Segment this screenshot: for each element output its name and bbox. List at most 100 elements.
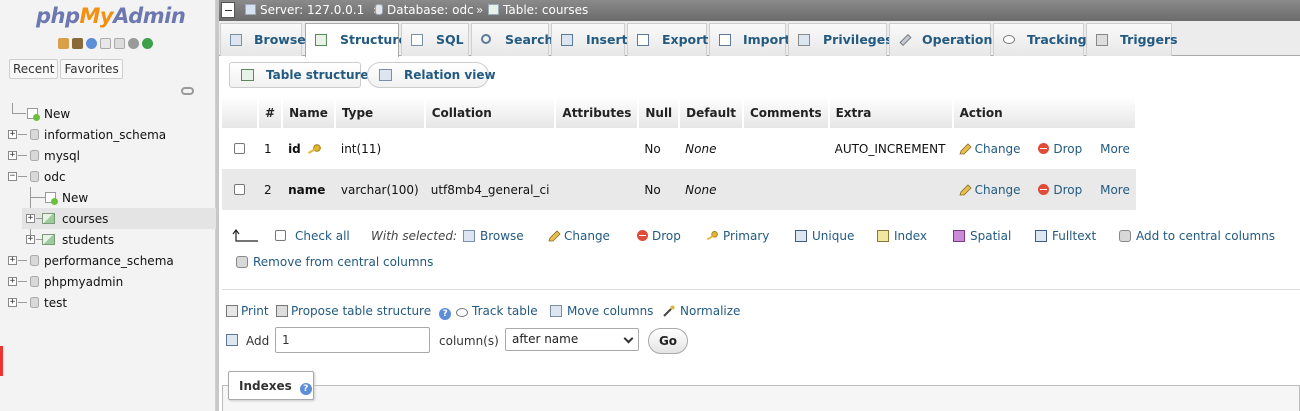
column-header-type: Type (334, 97, 426, 128)
expand-icon[interactable]: + (8, 277, 17, 286)
tree-item-test[interactable]: + test (0, 292, 216, 313)
collapse-icon[interactable]: − (8, 172, 17, 181)
export-icon (637, 34, 649, 46)
database-icon (30, 150, 39, 161)
scroll-indicator (0, 346, 3, 376)
propose-structure-link[interactable]: Propose table structure? (276, 304, 452, 320)
row-checkbox[interactable] (234, 142, 245, 154)
favorites-tab[interactable]: Favorites (60, 59, 123, 79)
documentation-icon[interactable] (100, 38, 111, 49)
recent-tab[interactable]: Recent (9, 59, 59, 79)
bulk-fulltext-button[interactable]: Fulltext (1035, 229, 1096, 243)
column-header-collation: Collation (424, 97, 557, 128)
bulk-unique-button[interactable]: Unique (795, 229, 854, 243)
wrench-icon (899, 33, 912, 47)
expand-icon[interactable]: + (26, 235, 35, 244)
column-header-select (222, 97, 259, 128)
row-attributes (555, 169, 639, 210)
normalize-link[interactable]: Normalize (663, 304, 740, 318)
expand-icon[interactable]: + (8, 130, 17, 139)
bulk-browse-button[interactable]: Browse (463, 229, 524, 243)
print-link[interactable]: Print (226, 304, 269, 318)
row-type: int(11) (334, 128, 425, 169)
tab-insert[interactable]: Insert (551, 23, 628, 56)
eye-icon (1003, 35, 1015, 44)
tab-privileges[interactable]: Privileges (788, 23, 893, 56)
tab-tracking[interactable]: Tracking (993, 23, 1087, 56)
docs-icon[interactable] (114, 38, 125, 49)
add-label: Add (246, 334, 270, 348)
breadcrumb-database[interactable]: Database: odc (375, 3, 474, 17)
home-icon[interactable] (58, 38, 69, 49)
go-button[interactable]: Go (648, 328, 688, 354)
tab-structure[interactable]: Structure (305, 23, 407, 57)
row-name[interactable]: name (282, 169, 335, 210)
drop-action[interactable]: Drop (1038, 142, 1082, 156)
browse-icon (230, 34, 242, 46)
tree-item-information-schema[interactable]: + information_schema (0, 124, 216, 145)
row-collation: utf8mb4_general_ci (424, 169, 556, 210)
expand-icon[interactable]: + (26, 214, 35, 223)
link-with-main-panel-icon[interactable] (181, 87, 194, 95)
collapse-nav-button[interactable] (221, 2, 235, 18)
tree-item-odc[interactable]: − odc (0, 166, 216, 187)
phpmyadmin-logo[interactable]: phpMyAdmin (36, 4, 186, 28)
track-table-link[interactable]: Track table (456, 304, 538, 318)
divider (222, 289, 1300, 290)
bulk-primary-button[interactable]: Primary (706, 229, 769, 243)
tree-item-phpmyadmin[interactable]: + phpmyadmin (0, 271, 216, 292)
tree-item-performance-schema[interactable]: + performance_schema (0, 250, 216, 271)
triggers-icon (1096, 34, 1108, 46)
reload-icon[interactable] (142, 38, 153, 49)
bulk-spatial-button[interactable]: Spatial (953, 229, 1011, 243)
expand-icon[interactable]: + (8, 298, 17, 307)
column-position-select[interactable]: after name (505, 328, 639, 351)
nav-resize-handle[interactable] (216, 0, 219, 411)
more-dropdown[interactable]: More (1100, 183, 1130, 197)
browse-icon (463, 230, 475, 242)
tab-search[interactable]: Search (471, 23, 553, 56)
help-icon[interactable]: ? (299, 383, 312, 395)
breadcrumb-server[interactable]: Server: 127.0.0.1 (245, 3, 364, 17)
tab-sql[interactable]: SQL (401, 23, 469, 56)
breadcrumb: Server: 127.0.0.1 » Database: odc » Tabl… (219, 0, 1300, 21)
more-dropdown[interactable]: More (1100, 142, 1130, 156)
pencil-icon (959, 183, 972, 195)
row-checkbox[interactable] (234, 183, 245, 195)
tree-item-odc-new[interactable]: New (0, 187, 216, 208)
indexes-legend[interactable]: Indexes? (228, 371, 314, 400)
tree-item-mysql[interactable]: + mysql (0, 145, 216, 166)
column-count-input[interactable] (275, 327, 430, 353)
row-extra (828, 169, 953, 210)
tab-export[interactable]: Export (627, 23, 708, 56)
tab-import[interactable]: Import (709, 23, 790, 56)
help-icon[interactable] (86, 38, 97, 49)
tree-item-new[interactable]: New (0, 103, 216, 124)
check-all-checkbox[interactable] (275, 230, 286, 241)
logout-icon[interactable] (72, 38, 83, 49)
expand-icon[interactable]: + (8, 256, 17, 265)
tab-triggers[interactable]: Triggers (1086, 23, 1178, 56)
relation-view-tab[interactable]: Relation view (367, 62, 496, 88)
settings-gear-icon[interactable] (128, 38, 139, 49)
bulk-add-central-columns-button[interactable]: Add to central columns (1119, 229, 1275, 243)
row-name[interactable]: id (282, 128, 335, 169)
move-columns-link[interactable]: Move columns (550, 304, 653, 318)
database-icon (375, 4, 383, 15)
check-all[interactable]: Check all (275, 229, 350, 243)
expand-icon[interactable]: + (8, 151, 17, 160)
bulk-remove-central-columns-button[interactable]: Remove from central columns (236, 255, 433, 269)
tab-operations[interactable]: Operations (889, 23, 1000, 56)
table-structure-tab[interactable]: Table structure (229, 62, 369, 88)
help-icon[interactable]: ? (439, 308, 452, 320)
tree-item-courses[interactable]: + courses (22, 208, 216, 229)
change-action[interactable]: Change (959, 142, 1021, 156)
change-action[interactable]: Change (959, 183, 1021, 197)
tree-item-students[interactable]: + students (0, 229, 216, 250)
bulk-index-button[interactable]: Index (877, 229, 927, 243)
breadcrumb-table[interactable]: Table: courses (488, 3, 588, 17)
bulk-change-button[interactable]: Change (548, 229, 610, 243)
bulk-drop-button[interactable]: Drop (637, 229, 681, 243)
tab-browse[interactable]: Browse (220, 23, 306, 56)
drop-action[interactable]: Drop (1038, 183, 1082, 197)
